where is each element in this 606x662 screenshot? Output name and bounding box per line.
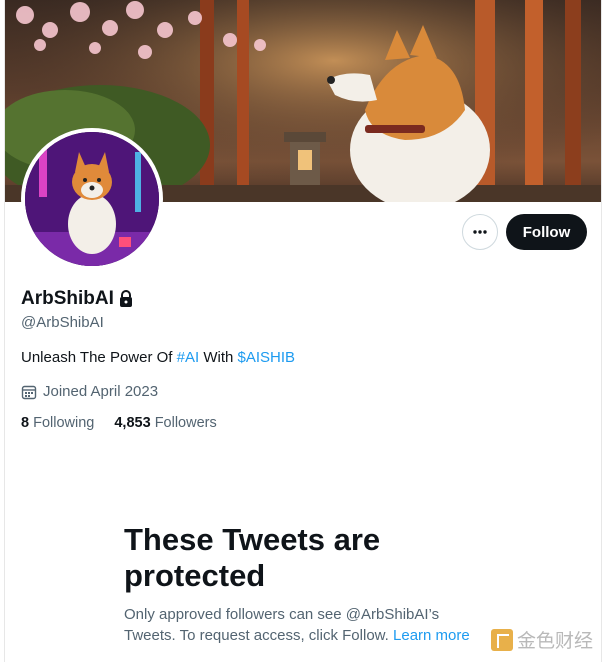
protected-body-text: Only approved followers can see @ArbShib… (124, 606, 440, 644)
protected-body: Only approved followers can see @ArbShib… (124, 604, 494, 646)
watermark-logo-icon (491, 628, 513, 651)
more-options-button[interactable] (462, 214, 498, 250)
hashtag-link[interactable]: #AI (177, 349, 200, 366)
learn-more-link[interactable]: Learn more (393, 627, 470, 644)
following-count: 8 (21, 415, 30, 431)
profile-page: Follow ArbShibAI @ArbShibAI Unleash The … (4, 0, 602, 662)
watermark: 金色财经 (491, 626, 593, 653)
following-link[interactable]: 8 Following (21, 415, 94, 431)
lock-icon (119, 290, 132, 307)
calendar-icon (21, 385, 37, 399)
profile-bio: Unleash The Power Of #AI With $AISHIB (21, 349, 295, 366)
avatar-image (25, 132, 159, 266)
profile-handle: @ArbShibAI (21, 314, 104, 331)
join-date: Joined April 2023 (21, 383, 158, 400)
protected-notice: These Tweets are protected Only approved… (124, 522, 494, 646)
display-name: ArbShibAI (21, 288, 114, 309)
more-options-icon (473, 230, 487, 234)
followers-label: Followers (154, 415, 217, 431)
watermark-text: 金色财经 (517, 630, 594, 652)
bio-text: With (199, 349, 238, 366)
profile-name-row: ArbShibAI (21, 288, 134, 310)
followers-count: 4,853 (114, 415, 151, 431)
bio-text: Unleash The Power Of (21, 349, 177, 366)
followers-link[interactable]: 4,853 Followers (114, 415, 216, 431)
follow-stats: 8 Following 4,853 Followers (21, 415, 217, 431)
follow-button[interactable]: Follow (506, 214, 587, 250)
profile-avatar[interactable] (21, 128, 163, 270)
join-date-text: Joined April 2023 (43, 383, 159, 400)
following-label: Following (33, 415, 95, 431)
protected-title: These Tweets are protected (124, 522, 381, 593)
cashtag-link[interactable]: $AISHIB (238, 349, 296, 366)
